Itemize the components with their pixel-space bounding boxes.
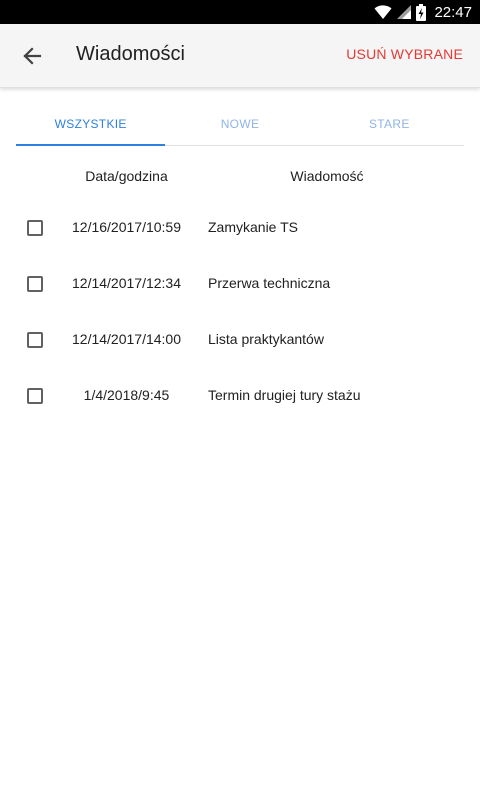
row-date: 1/4/2018/9:45 bbox=[83, 387, 170, 403]
tab-indicator bbox=[16, 144, 165, 146]
arrow-back-icon bbox=[23, 47, 42, 65]
table-row[interactable]: 12/16/2017/10:59 Zamykanie TS bbox=[0, 200, 480, 256]
battery-charging-icon bbox=[416, 3, 427, 21]
status-time: 22:47 bbox=[434, 3, 472, 21]
row-checkbox[interactable] bbox=[27, 276, 43, 292]
table-row[interactable]: 1/4/2018/9:45 Termin drugiej tury stażu bbox=[0, 368, 480, 424]
row-checkbox[interactable] bbox=[27, 220, 43, 236]
row-message: Lista praktykantów bbox=[208, 331, 324, 347]
row-message: Zamykanie TS bbox=[208, 219, 298, 235]
tab-bar: WSZYSTKIE NOWE STARE bbox=[16, 104, 464, 146]
status-icons: 22:47 bbox=[374, 0, 472, 24]
row-message: Przerwa techniczna bbox=[208, 275, 331, 291]
row-checkbox[interactable] bbox=[27, 388, 43, 404]
tab-new[interactable]: NOWE bbox=[165, 104, 314, 145]
row-date: 12/14/2017/14:00 bbox=[72, 331, 181, 347]
column-header-message: Wiadomość bbox=[290, 168, 364, 184]
table-row[interactable]: 12/14/2017/14:00 Lista praktykantów bbox=[0, 312, 480, 368]
signal-icon bbox=[397, 5, 412, 19]
back-button[interactable] bbox=[14, 38, 50, 74]
delete-selected-button[interactable]: USUŃ WYBRANE bbox=[346, 46, 463, 62]
status-bar: 22:47 bbox=[0, 0, 480, 24]
tab-all[interactable]: WSZYSTKIE bbox=[16, 104, 165, 145]
wifi-icon bbox=[374, 5, 392, 19]
table-row[interactable]: 12/14/2017/12:34 Przerwa techniczna bbox=[0, 256, 480, 312]
tab-old[interactable]: STARE bbox=[315, 104, 464, 145]
row-checkbox[interactable] bbox=[27, 332, 43, 348]
app-bar: Wiadomości USUŃ WYBRANE bbox=[0, 24, 480, 88]
row-message: Termin drugiej tury stażu bbox=[208, 387, 361, 403]
row-date: 12/16/2017/10:59 bbox=[72, 219, 181, 235]
page-title: Wiadomości bbox=[76, 43, 185, 65]
column-header-date: Data/godzina bbox=[85, 168, 168, 184]
row-date: 12/14/2017/12:34 bbox=[72, 275, 181, 291]
